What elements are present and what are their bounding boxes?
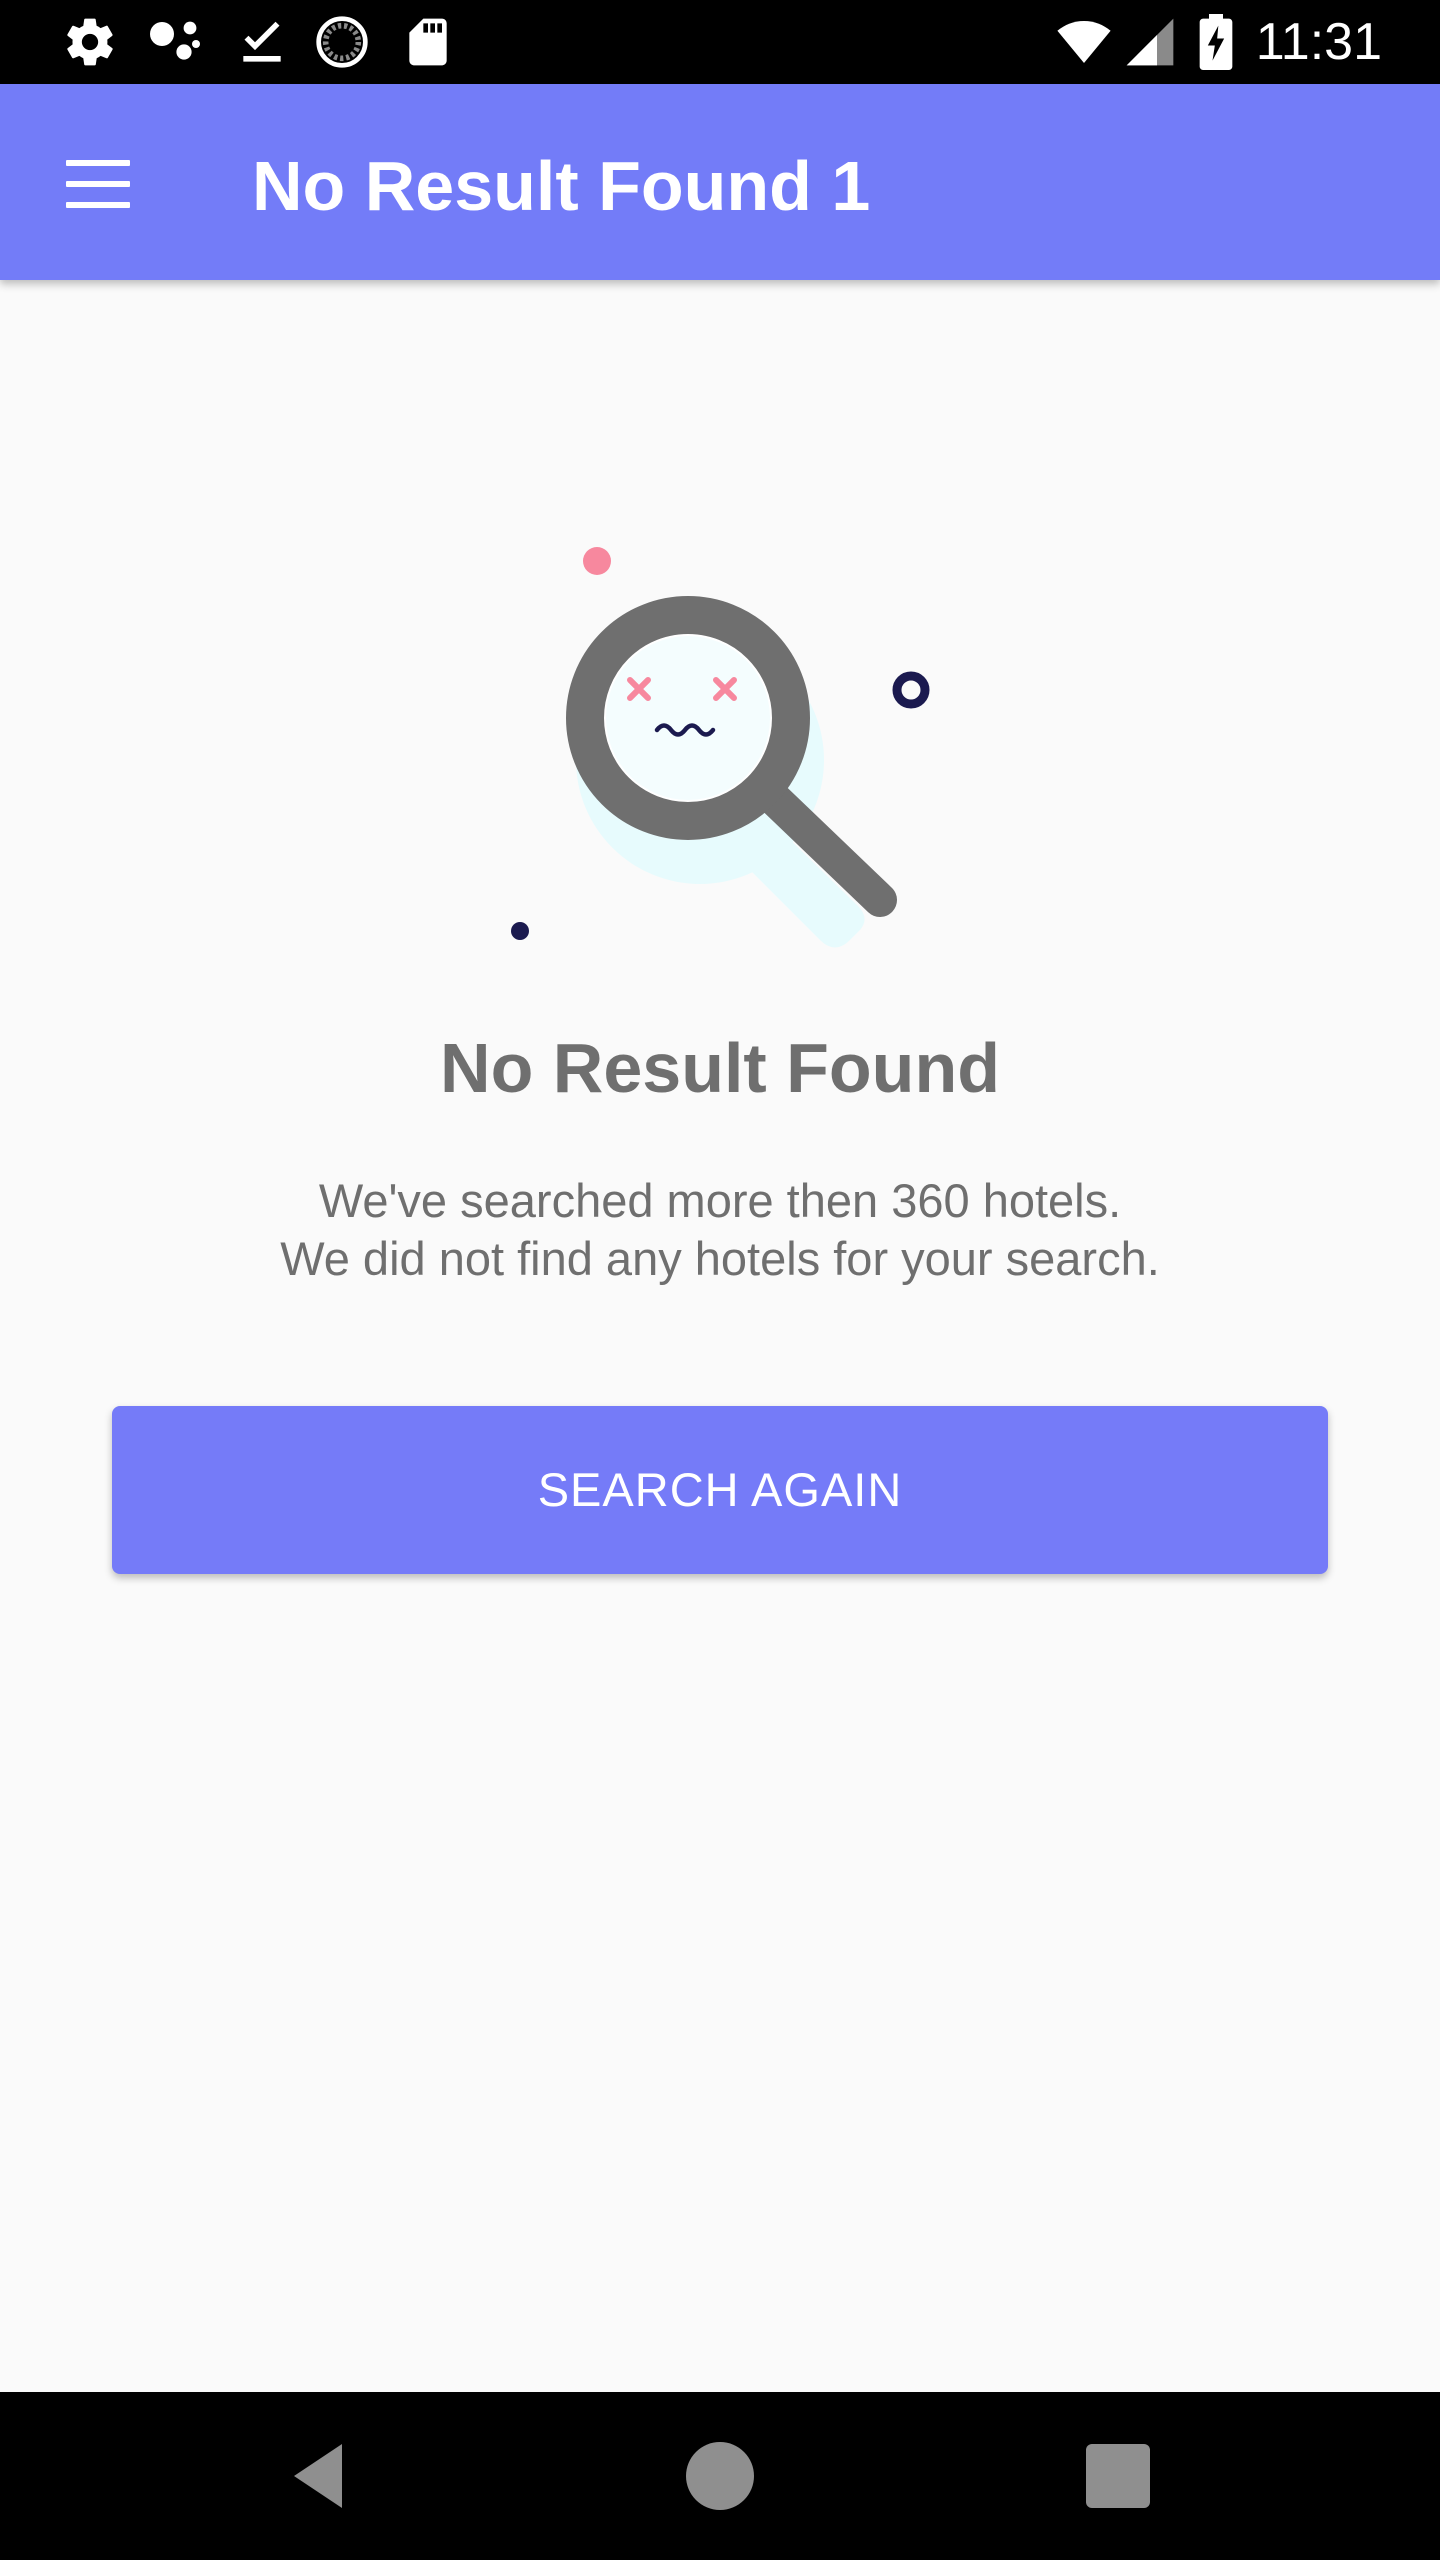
app-bar: No Result Found 1 bbox=[0, 84, 1440, 280]
empty-state-message: We've searched more then 360 hotels. We … bbox=[0, 1172, 1440, 1288]
status-time: 11:31 bbox=[1255, 13, 1382, 71]
battery-charging-icon bbox=[1199, 14, 1233, 70]
empty-state-title: No Result Found bbox=[440, 1029, 1000, 1107]
settings-icon bbox=[67, 18, 113, 66]
home-icon[interactable] bbox=[680, 2436, 760, 2516]
page-title: No Result Found 1 bbox=[252, 147, 871, 225]
sync-circle-icon bbox=[316, 16, 368, 68]
status-bar: 11:31 bbox=[0, 0, 1440, 84]
signal-icon bbox=[1126, 18, 1174, 66]
wifi-icon bbox=[1057, 21, 1111, 63]
empty-state-message-line-2: We did not find any hotels for your sear… bbox=[280, 1232, 1160, 1285]
navigation-bar bbox=[0, 2392, 1440, 2560]
assistant-dots-icon bbox=[150, 21, 200, 60]
empty-state-message-line-1: We've searched more then 360 hotels. bbox=[318, 1174, 1122, 1227]
search-again-button[interactable]: SEARCH AGAIN bbox=[112, 1406, 1328, 1574]
sd-card-icon bbox=[409, 18, 447, 66]
hamburger-menu-icon[interactable] bbox=[40, 136, 136, 232]
magnifier-confused-face-icon bbox=[511, 547, 930, 948]
download-done-icon bbox=[243, 21, 281, 62]
back-icon[interactable] bbox=[282, 2436, 362, 2516]
recents-icon[interactable] bbox=[1078, 2436, 1158, 2516]
